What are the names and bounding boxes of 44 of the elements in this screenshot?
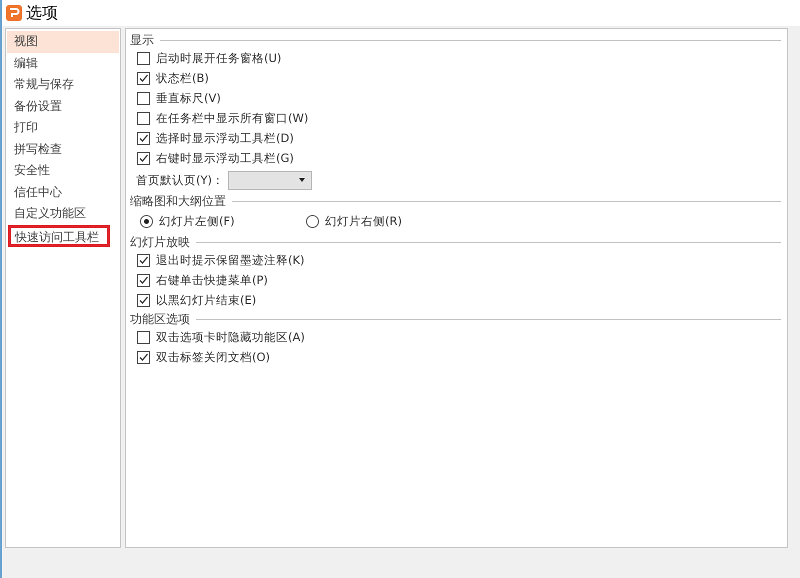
sidebar-item[interactable]: 备份设置	[7, 96, 119, 117]
checkbox-label: 选择时显示浮动工具栏(D)	[156, 130, 294, 146]
radio-button[interactable]	[306, 214, 319, 228]
checkbox[interactable]	[137, 254, 150, 266]
app-logo-icon	[6, 5, 22, 21]
sidebar-item[interactable]: 视图	[7, 31, 119, 52]
sidebar-item[interactable]: 自定义功能区	[7, 203, 119, 224]
checkbox[interactable]	[137, 294, 150, 306]
radio-label: 幻灯片左侧(F)	[159, 214, 235, 228]
radio-button[interactable]	[140, 214, 153, 228]
checkbox[interactable]	[137, 72, 150, 84]
checkbox-label: 右键单击快捷菜单(P)	[156, 272, 268, 288]
checkbox-label: 退出时提示保留墨迹注释(K)	[156, 252, 305, 268]
checkbox[interactable]	[137, 274, 150, 286]
checkbox-label: 以黑幻灯片结束(E)	[156, 292, 256, 308]
caret-icon	[299, 178, 305, 182]
sidebar-item[interactable]: 拼写检查	[7, 138, 119, 160]
checkbox[interactable]	[137, 132, 150, 144]
checkbox-label: 右键时显示浮动工具栏(G)	[156, 150, 294, 166]
sidebar-item[interactable]: 信任中心	[7, 182, 119, 203]
checkbox-label: 启动时展开任务窗格(U)	[156, 50, 282, 66]
section-heading: 功能区选项	[130, 310, 190, 328]
checkbox-label: 双击标签关闭文档(O)	[156, 350, 270, 364]
sidebar-item[interactable]: 编辑	[7, 52, 119, 74]
radio-label: 幻灯片右侧(R)	[325, 214, 402, 228]
sidebar-item[interactable]: 打印	[7, 117, 119, 138]
window-title: 选项	[26, 2, 58, 24]
checkbox[interactable]	[137, 92, 150, 104]
section-heading: 缩略图和大纲位置	[130, 192, 226, 210]
checkbox[interactable]	[137, 52, 150, 64]
checkbox-label: 状态栏(B)	[156, 70, 209, 86]
sidebar-item[interactable]: 快速访问工具栏	[8, 224, 110, 246]
checkbox[interactable]	[137, 350, 150, 364]
field-label: 首页默认页(Y)：	[136, 172, 224, 188]
checkbox[interactable]	[137, 112, 150, 124]
sidebar-item[interactable]: 安全性	[7, 160, 119, 182]
section-heading: 幻灯片放映	[130, 234, 190, 250]
checkbox[interactable]	[137, 152, 150, 164]
sidebar-item[interactable]: 常规与保存	[7, 74, 119, 96]
section-heading: 显示	[130, 32, 154, 48]
checkbox-label: 在任务栏中显示所有窗口(W)	[156, 110, 308, 126]
checkbox[interactable]	[137, 330, 150, 344]
checkbox-label: 垂直标尺(V)	[156, 90, 221, 106]
checkbox-label: 双击选项卡时隐藏功能区(A)	[156, 330, 305, 344]
